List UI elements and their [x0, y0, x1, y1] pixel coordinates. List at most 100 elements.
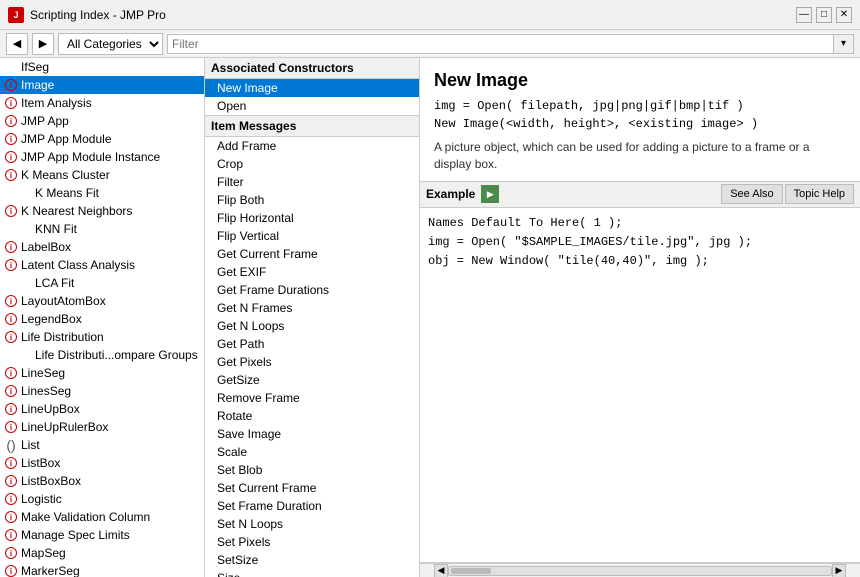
- left-list-item[interactable]: Life Distributi...ompare Groups: [0, 346, 204, 364]
- message-item[interactable]: Scale: [205, 443, 419, 461]
- circle-i-icon: i: [4, 330, 18, 344]
- maximize-button[interactable]: □: [816, 7, 832, 23]
- example-play-button[interactable]: ▶: [481, 185, 499, 203]
- close-button[interactable]: ✕: [836, 7, 852, 23]
- left-list-item[interactable]: iMake Validation Column: [0, 508, 204, 526]
- message-item[interactable]: Crop: [205, 155, 419, 173]
- minimize-button[interactable]: —: [796, 7, 812, 23]
- left-list-item[interactable]: iLatent Class Analysis: [0, 256, 204, 274]
- left-list-item[interactable]: IfSeg: [0, 58, 204, 76]
- left-list-item[interactable]: iLegendBox: [0, 310, 204, 328]
- window-controls[interactable]: — □ ✕: [796, 7, 852, 23]
- message-item[interactable]: Get Pixels: [205, 353, 419, 371]
- code-line-1: img = Open( filepath, jpg|png|gif|bmp|ti…: [434, 97, 846, 115]
- message-item[interactable]: Filter: [205, 173, 419, 191]
- left-list-item[interactable]: iMarkerSeg: [0, 562, 204, 577]
- circle-i-icon: i: [4, 114, 18, 128]
- code-line: Names Default To Here( 1 );: [428, 214, 852, 233]
- message-item[interactable]: GetSize: [205, 371, 419, 389]
- left-list-item[interactable]: iManage Spec Limits: [0, 526, 204, 544]
- message-item[interactable]: Set Current Frame: [205, 479, 419, 497]
- item-messages-header: Item Messages: [205, 115, 419, 137]
- toolbar: ◀ ▶ All Categories ▾: [0, 30, 860, 58]
- left-list-item[interactable]: ()List: [0, 436, 204, 454]
- categories-select[interactable]: All Categories: [58, 33, 163, 55]
- message-item[interactable]: Set Blob: [205, 461, 419, 479]
- scroll-thumb-horizontal[interactable]: [451, 568, 491, 574]
- circle-i-icon: i: [4, 384, 18, 398]
- example-label: Example: [426, 187, 475, 201]
- message-item[interactable]: Get Frame Durations: [205, 281, 419, 299]
- message-item[interactable]: Flip Both: [205, 191, 419, 209]
- left-list-item-label: Life Distributi...ompare Groups: [35, 348, 198, 362]
- left-list-item-label: K Means Fit: [35, 186, 99, 200]
- see-also-tab[interactable]: See Also: [721, 184, 782, 204]
- left-list-item[interactable]: iJMP App: [0, 112, 204, 130]
- left-list-item[interactable]: KNN Fit: [0, 220, 204, 238]
- left-list-item-label: Item Analysis: [21, 96, 92, 110]
- circle-i-icon: i: [4, 312, 18, 326]
- message-item[interactable]: Remove Frame: [205, 389, 419, 407]
- circle-i-icon: i: [4, 132, 18, 146]
- left-list-item[interactable]: iLabelBox: [0, 238, 204, 256]
- scroll-right-button[interactable]: ▶: [832, 564, 846, 577]
- scroll-track-horizontal[interactable]: [448, 566, 832, 576]
- circle-i-icon: i: [4, 402, 18, 416]
- left-list-item[interactable]: iLogistic: [0, 490, 204, 508]
- left-list-item[interactable]: iLineUpRulerBox: [0, 418, 204, 436]
- forward-button[interactable]: ▶: [32, 33, 54, 55]
- left-list-item[interactable]: iLineUpBox: [0, 400, 204, 418]
- paren-icon: (): [4, 438, 18, 452]
- left-list-item[interactable]: LCA Fit: [0, 274, 204, 292]
- example-tabs: See Also Topic Help: [721, 184, 854, 204]
- left-list-item-label: LineUpBox: [21, 402, 80, 416]
- left-list-item[interactable]: iLineSeg: [0, 364, 204, 382]
- topic-help-tab[interactable]: Topic Help: [785, 184, 854, 204]
- filter-input[interactable]: [167, 34, 834, 54]
- circle-i-icon: i: [4, 78, 18, 92]
- left-list-item-label: KNN Fit: [35, 222, 77, 236]
- left-list-item[interactable]: iItem Analysis: [0, 94, 204, 112]
- scroll-left-button[interactable]: ◀: [434, 564, 448, 577]
- message-item[interactable]: Get N Loops: [205, 317, 419, 335]
- left-list-item[interactable]: iK Nearest Neighbors: [0, 202, 204, 220]
- constructor-item[interactable]: Open: [205, 97, 419, 115]
- circle-i-icon: i: [4, 564, 18, 577]
- left-list-item-label: Make Validation Column: [21, 510, 150, 524]
- left-list-item-label: LineSeg: [21, 366, 65, 380]
- message-item[interactable]: Get Current Frame: [205, 245, 419, 263]
- circle-i-icon: i: [4, 258, 18, 272]
- left-list-item[interactable]: iLife Distribution: [0, 328, 204, 346]
- message-item[interactable]: Add Frame: [205, 137, 419, 155]
- left-list-item[interactable]: iListBox: [0, 454, 204, 472]
- circle-i-icon: i: [4, 366, 18, 380]
- message-item[interactable]: Save Image: [205, 425, 419, 443]
- left-list-item[interactable]: K Means Fit: [0, 184, 204, 202]
- message-item[interactable]: Flip Horizontal: [205, 209, 419, 227]
- horizontal-scrollbar[interactable]: ◀ ▶: [420, 563, 860, 577]
- left-list-item[interactable]: iLayoutAtomBox: [0, 292, 204, 310]
- message-item[interactable]: SetSize: [205, 551, 419, 569]
- left-list-item[interactable]: iMapSeg: [0, 544, 204, 562]
- left-list-item-label: List: [21, 438, 40, 452]
- message-item[interactable]: Get EXIF: [205, 263, 419, 281]
- left-list-item[interactable]: iLinesSeg: [0, 382, 204, 400]
- message-item[interactable]: Flip Vertical: [205, 227, 419, 245]
- message-item[interactable]: Size: [205, 569, 419, 577]
- message-item[interactable]: Rotate: [205, 407, 419, 425]
- example-code-area: Names Default To Here( 1 );img = Open( "…: [420, 208, 860, 563]
- left-list-item[interactable]: iK Means Cluster: [0, 166, 204, 184]
- message-item[interactable]: Get N Frames: [205, 299, 419, 317]
- back-button[interactable]: ◀: [6, 33, 28, 55]
- constructor-item[interactable]: New Image: [205, 79, 419, 97]
- left-list-item-label: IfSeg: [21, 60, 49, 74]
- left-list-item[interactable]: iImage: [0, 76, 204, 94]
- message-item[interactable]: Set Frame Duration: [205, 497, 419, 515]
- message-item[interactable]: Set Pixels: [205, 533, 419, 551]
- message-item[interactable]: Get Path: [205, 335, 419, 353]
- left-list-item[interactable]: iJMP App Module: [0, 130, 204, 148]
- left-list-item[interactable]: iJMP App Module Instance: [0, 148, 204, 166]
- message-item[interactable]: Set N Loops: [205, 515, 419, 533]
- filter-search-button[interactable]: ▾: [834, 34, 854, 54]
- left-list-item[interactable]: iListBoxBox: [0, 472, 204, 490]
